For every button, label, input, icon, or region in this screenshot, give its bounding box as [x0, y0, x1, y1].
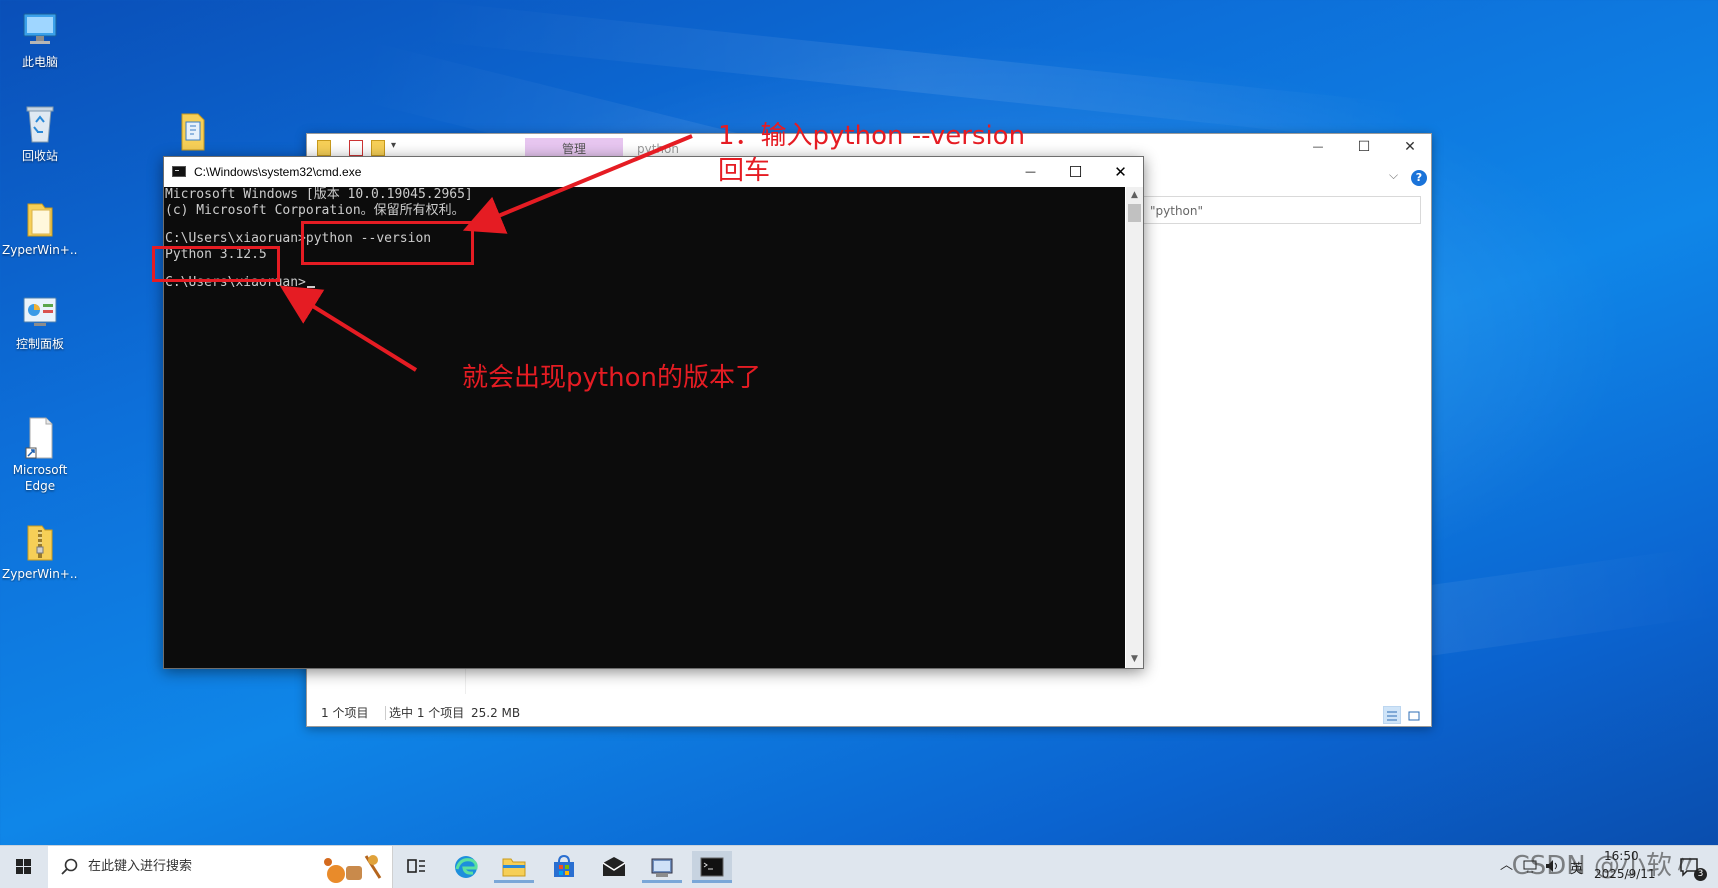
- taskbar-mail-button[interactable]: [594, 851, 634, 883]
- desktop-icon-label: ZyperWin+...: [2, 243, 78, 257]
- search-icon: [61, 858, 78, 875]
- annotation-box-version: [152, 246, 280, 282]
- quick-access-dropdown-icon[interactable]: ▾: [391, 140, 396, 151]
- task-view-icon: [407, 859, 425, 873]
- details-view-button[interactable]: [1383, 706, 1401, 724]
- desktop-icon-zyperwin-folder[interactable]: ZyperWin+...: [2, 196, 78, 258]
- active-indicator: [642, 880, 682, 883]
- explorer-search-input[interactable]: "python": [1141, 196, 1421, 224]
- annotation-step1-text: 1．输入python --version: [718, 121, 1026, 151]
- control-panel-icon: [20, 290, 60, 334]
- active-indicator: [692, 880, 732, 883]
- desktop-icon-label: 回收站: [21, 149, 58, 163]
- annotation-box-command: [301, 221, 474, 265]
- cmd-icon: [172, 166, 186, 177]
- command-prompt-icon: [700, 857, 724, 877]
- active-indicator: [494, 880, 534, 883]
- windows-logo-icon: [16, 859, 31, 874]
- folder-icon: [20, 196, 60, 240]
- annotation-result-text: 就会出现python的版本了: [462, 363, 761, 393]
- taskbar-cmd-button[interactable]: [692, 851, 732, 883]
- status-divider: [385, 706, 386, 720]
- taskbar-file-explorer-button[interactable]: [494, 851, 534, 883]
- cmd-minimize-button[interactable]: —: [1008, 157, 1053, 187]
- ribbon-expand-icon[interactable]: ⌵: [1389, 168, 1398, 183]
- taskbar-store-button[interactable]: [544, 851, 584, 883]
- desktop-icon-control-panel[interactable]: 控制面板: [2, 290, 78, 352]
- document-icon: [181, 113, 205, 151]
- start-button[interactable]: [0, 846, 48, 888]
- desktop-icon-label: ZyperWin+...: [2, 567, 78, 581]
- desktop-icon-document[interactable]: [176, 112, 210, 154]
- cmd-close-button[interactable]: ✕: [1098, 157, 1143, 187]
- scroll-up-button[interactable]: ▲: [1126, 187, 1143, 204]
- edge-icon: [455, 856, 478, 878]
- desktop-icon-label: Microsoft Edge: [12, 463, 68, 493]
- cmd-maximize-button[interactable]: ☐: [1053, 157, 1098, 187]
- explorer-close-button[interactable]: ✕: [1387, 134, 1433, 160]
- search-highlight-autumn-icon: [324, 855, 382, 883]
- task-view-button[interactable]: [396, 851, 436, 883]
- status-selected-count: 选中 1 个项目: [389, 706, 465, 720]
- scroll-down-button[interactable]: ▼: [1126, 651, 1143, 668]
- explorer-status-bar: 1 个项目 选中 1 个项目 25.2 MB: [307, 700, 1431, 726]
- file-explorer-icon: [502, 858, 526, 877]
- scroll-thumb[interactable]: [1128, 204, 1141, 222]
- recycle-bin-icon: [20, 102, 60, 146]
- computer-icon: [20, 8, 60, 52]
- taskbar-edge-button[interactable]: [446, 851, 486, 883]
- cmd-window-title: C:\Windows\system32\cmd.exe: [194, 165, 362, 179]
- status-selected-size: 25.2 MB: [471, 706, 521, 720]
- annotation-step1-enter-text: 回车: [718, 156, 771, 186]
- shortcut-file-icon: [20, 416, 60, 460]
- help-icon[interactable]: ?: [1411, 170, 1427, 186]
- taskbar-search-box[interactable]: 在此键入进行搜索: [48, 846, 393, 888]
- new-folder-icon[interactable]: [371, 140, 385, 156]
- console-line: Microsoft Windows [版本 10.0.19045.2965]: [165, 187, 473, 202]
- mail-icon: [602, 857, 626, 876]
- remote-desktop-icon: [651, 858, 673, 877]
- desktop-icon-label: 此电脑: [21, 55, 58, 69]
- zip-folder-icon: [20, 520, 60, 564]
- folder-icon: [317, 140, 331, 156]
- status-item-count: 1 个项目: [321, 706, 369, 720]
- taskbar: 在此键入进行搜索 ︿ 英 16:50 2025/9/11 3: [0, 845, 1718, 888]
- desktop-icon-zyperwin-zip[interactable]: ZyperWin+...: [2, 520, 78, 582]
- cmd-scrollbar[interactable]: ▲ ▼: [1126, 187, 1143, 668]
- properties-icon[interactable]: [349, 140, 363, 156]
- desktop-icon-microsoft-edge[interactable]: Microsoft Edge: [2, 416, 78, 494]
- taskbar-search-placeholder: 在此键入进行搜索: [88, 859, 193, 874]
- details-view-icon: [1387, 711, 1397, 721]
- large-icons-view-button[interactable]: [1405, 706, 1423, 724]
- microsoft-store-icon: [554, 854, 574, 877]
- taskbar-remote-desktop-button[interactable]: [642, 851, 682, 883]
- console-cursor: [306, 286, 315, 288]
- desktop-icon-label: 控制面板: [15, 337, 64, 351]
- cmd-titlebar[interactable]: C:\Windows\system32\cmd.exe — ☐ ✕: [164, 157, 1143, 187]
- explorer-minimize-button[interactable]: —: [1295, 134, 1341, 160]
- console-line: (c) Microsoft Corporation。保留所有权利。: [165, 203, 465, 218]
- explorer-maximize-button[interactable]: ☐: [1341, 134, 1387, 160]
- csdn-watermark: CSDN @小软〃: [1511, 851, 1698, 881]
- desktop-icon-this-pc[interactable]: 此电脑: [2, 8, 78, 70]
- large-icons-view-icon: [1408, 711, 1420, 721]
- desktop-icon-recycle-bin[interactable]: 回收站: [2, 102, 78, 164]
